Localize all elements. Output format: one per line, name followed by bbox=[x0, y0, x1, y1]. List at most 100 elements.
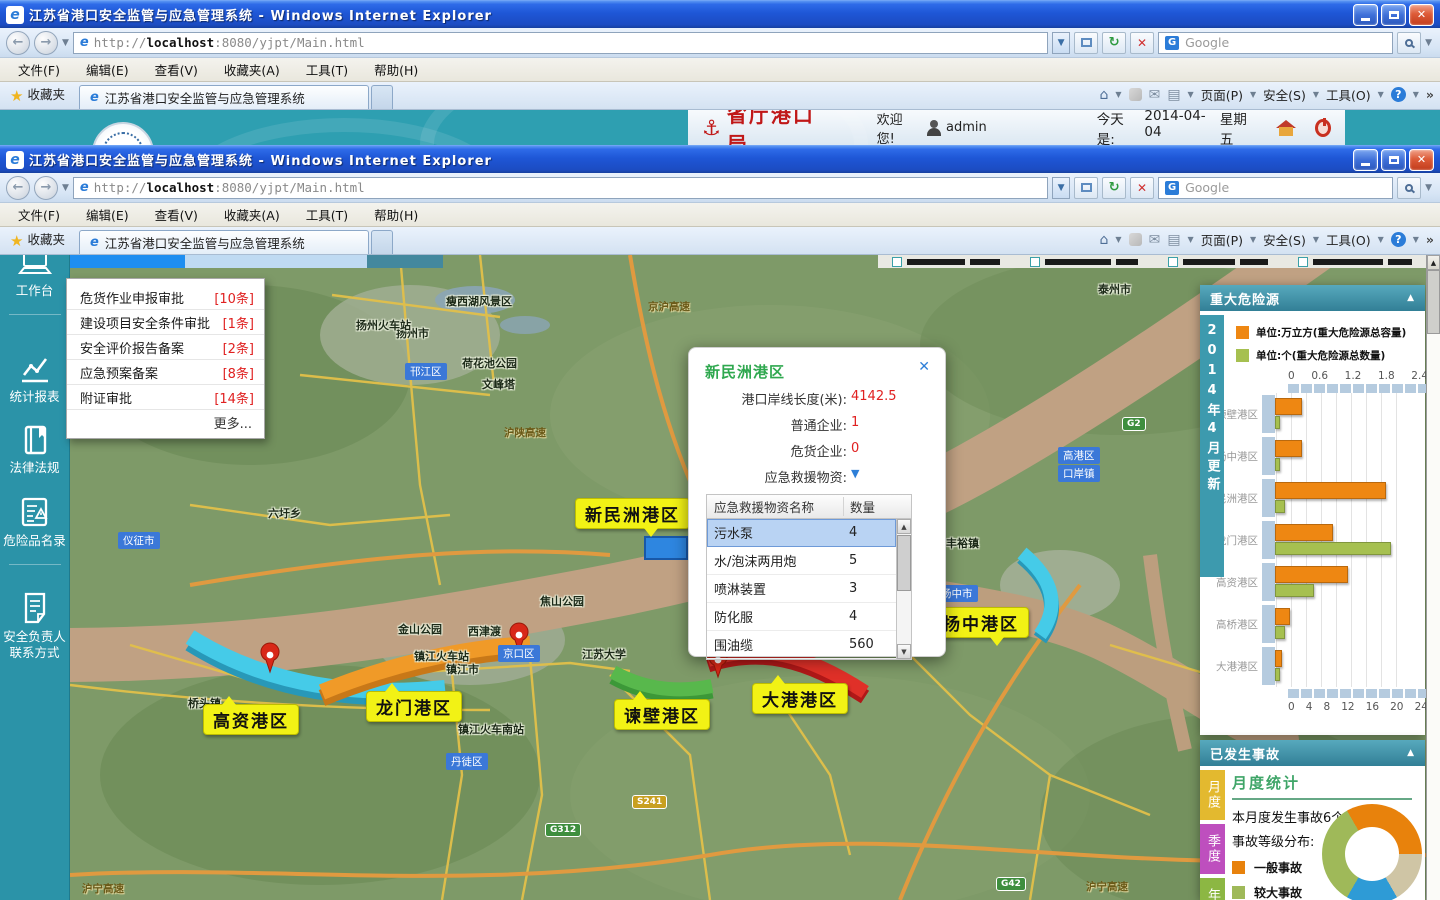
refresh-button[interactable]: ↻ bbox=[1102, 32, 1126, 54]
address-dropdown[interactable]: ▼ bbox=[1052, 177, 1070, 199]
scroll-up-icon[interactable]: ▲ bbox=[897, 519, 911, 534]
menu-help[interactable]: 帮助(H) bbox=[374, 205, 418, 224]
refresh-button[interactable]: ↻ bbox=[1102, 177, 1126, 199]
port-area-label[interactable]: 高资港区 bbox=[203, 704, 299, 735]
safety-menu[interactable]: 安全(S) bbox=[1263, 85, 1306, 104]
back-button[interactable]: ← bbox=[6, 31, 30, 55]
restore-button[interactable] bbox=[1381, 4, 1406, 26]
tools-menu[interactable]: 工具(O) bbox=[1326, 85, 1371, 104]
favorites-button[interactable]: 收藏夹 bbox=[27, 229, 65, 248]
history-dropdown-icon[interactable]: ▼ bbox=[62, 183, 69, 193]
browser-tab[interactable]: e 江苏省港口安全监管与应急管理系统 bbox=[79, 230, 369, 254]
sidebar-item-statistics[interactable]: 统计报表 bbox=[2, 353, 68, 406]
banner-home-icon[interactable] bbox=[1276, 120, 1293, 136]
back-button[interactable]: ← bbox=[6, 176, 30, 200]
address-dropdown[interactable]: ▼ bbox=[1052, 32, 1070, 54]
capacity-bar[interactable] bbox=[1275, 440, 1302, 457]
table-row[interactable]: 水/泡沫两用炮5 bbox=[707, 547, 896, 575]
forward-button[interactable]: → bbox=[34, 31, 58, 55]
address-input[interactable]: e http://localhost:8080/yjpt/Main.html bbox=[73, 32, 1048, 54]
search-dropdown-icon[interactable]: ▼ bbox=[1425, 38, 1432, 48]
port-area-label[interactable]: 大港港区 bbox=[752, 683, 848, 714]
compatibility-view-button[interactable] bbox=[1074, 177, 1098, 199]
window-titlebar[interactable]: e 江苏省港口安全监管与应急管理系统 - Windows Internet Ex… bbox=[0, 0, 1440, 28]
menu-view[interactable]: 查看(V) bbox=[155, 60, 198, 79]
panel-header[interactable]: 重大危险源▲ bbox=[1200, 285, 1425, 311]
table-row[interactable]: 污水泵4 bbox=[707, 519, 896, 547]
port-area-label[interactable]: 新民洲港区 bbox=[575, 498, 690, 529]
capacity-bar[interactable] bbox=[1275, 398, 1302, 415]
scroll-thumb[interactable] bbox=[1427, 270, 1440, 334]
overflow-chevron-icon[interactable]: » bbox=[1426, 232, 1434, 247]
safety-menu[interactable]: 安全(S) bbox=[1263, 230, 1306, 249]
favorites-button[interactable]: 收藏夹 bbox=[27, 84, 65, 103]
minimize-button[interactable] bbox=[1353, 149, 1378, 171]
print-icon[interactable]: ▤ bbox=[1167, 87, 1180, 103]
search-button[interactable] bbox=[1397, 177, 1421, 199]
menu-favorites[interactable]: 收藏夹(A) bbox=[224, 205, 280, 224]
capacity-bar[interactable] bbox=[1275, 566, 1348, 583]
print-icon[interactable]: ▤ bbox=[1167, 232, 1180, 248]
scroll-down-icon[interactable]: ▼ bbox=[897, 644, 911, 659]
address-input[interactable]: e http://localhost:8080/yjpt/Main.html bbox=[73, 177, 1048, 199]
help-icon[interactable]: ? bbox=[1391, 232, 1406, 247]
table-row[interactable]: 防化服4 bbox=[707, 603, 896, 631]
layer-checkbox[interactable] bbox=[1168, 257, 1268, 267]
close-button[interactable]: ✕ bbox=[1409, 149, 1434, 171]
nav-segment[interactable] bbox=[185, 255, 367, 268]
menu-item-certificate-approval[interactable]: 附证审批[14条] bbox=[67, 385, 264, 410]
count-bar[interactable] bbox=[1275, 500, 1285, 513]
nav-segment-active[interactable] bbox=[70, 255, 185, 268]
sidebar-item-workbench[interactable]: 工作台 bbox=[2, 255, 68, 300]
browser-tab[interactable]: e 江苏省港口安全监管与应急管理系统 bbox=[79, 85, 369, 109]
new-tab-stub[interactable] bbox=[371, 85, 393, 109]
favorites-star-icon[interactable]: ★ bbox=[10, 232, 23, 250]
tools-menu[interactable]: 工具(O) bbox=[1326, 230, 1371, 249]
minimize-button[interactable] bbox=[1353, 4, 1378, 26]
port-area-label[interactable]: 龙门港区 bbox=[366, 691, 462, 722]
panel-header[interactable]: 已发生事故▲ bbox=[1200, 740, 1425, 766]
menu-item-project-approval[interactable]: 建设项目安全条件审批[1条] bbox=[67, 310, 264, 335]
menu-file[interactable]: 文件(F) bbox=[18, 205, 60, 224]
restore-button[interactable] bbox=[1381, 149, 1406, 171]
page-scrollbar[interactable]: ▲ bbox=[1426, 255, 1440, 900]
forward-button[interactable]: → bbox=[34, 176, 58, 200]
sidebar-item-safety-contacts[interactable]: 安全负责人联系方式 bbox=[2, 591, 68, 663]
count-bar[interactable] bbox=[1275, 542, 1391, 555]
overflow-chevron-icon[interactable]: » bbox=[1426, 87, 1434, 102]
scroll-thumb[interactable] bbox=[897, 535, 911, 591]
capacity-bar[interactable] bbox=[1275, 608, 1290, 625]
menu-item-emergency-plan[interactable]: 应急预案备案[8条] bbox=[67, 360, 264, 385]
menu-tools[interactable]: 工具(T) bbox=[306, 205, 348, 224]
menu-item-safety-report[interactable]: 安全评价报告备案[2条] bbox=[67, 335, 264, 360]
column-header-name[interactable]: 应急救援物资名称 bbox=[707, 497, 843, 516]
rss-feed-icon[interactable] bbox=[1129, 233, 1142, 246]
mail-icon[interactable]: ✉ bbox=[1149, 87, 1161, 103]
count-bar[interactable] bbox=[1275, 626, 1285, 639]
top-nav-strip[interactable] bbox=[70, 255, 443, 268]
home-icon[interactable]: ⌂ bbox=[1100, 232, 1109, 248]
menu-help[interactable]: 帮助(H) bbox=[374, 60, 418, 79]
favorites-star-icon[interactable]: ★ bbox=[10, 87, 23, 105]
rss-feed-icon[interactable] bbox=[1129, 88, 1142, 101]
tab-quarterly[interactable]: 季度 bbox=[1200, 824, 1225, 874]
collapse-icon[interactable]: ▲ bbox=[1407, 748, 1415, 758]
capacity-bar[interactable] bbox=[1275, 482, 1386, 499]
port-area-label[interactable]: 谏壁港区 bbox=[614, 699, 710, 730]
menu-edit[interactable]: 编辑(E) bbox=[86, 60, 129, 79]
sidebar-item-hazard-list[interactable]: 危险品名录 bbox=[2, 495, 68, 550]
port-area-label[interactable]: 扬中港区 bbox=[933, 607, 1029, 638]
search-input[interactable]: G Google bbox=[1158, 177, 1393, 199]
menu-item-cargo-approval[interactable]: 危货作业申报审批[10条] bbox=[67, 285, 264, 310]
layer-checkbox[interactable] bbox=[892, 257, 1000, 267]
capacity-bar[interactable] bbox=[1275, 524, 1333, 541]
menu-favorites[interactable]: 收藏夹(A) bbox=[224, 60, 280, 79]
table-row[interactable]: 围油缆560 bbox=[707, 631, 896, 659]
collapse-icon[interactable]: ▲ bbox=[1407, 293, 1415, 303]
history-dropdown-icon[interactable]: ▼ bbox=[62, 38, 69, 48]
search-input[interactable]: G Google bbox=[1158, 32, 1393, 54]
column-header-qty[interactable]: 数量 bbox=[843, 497, 896, 516]
tab-monthly[interactable]: 月度 bbox=[1200, 770, 1225, 820]
menu-more-link[interactable]: 更多... bbox=[67, 410, 264, 434]
nav-segment[interactable] bbox=[367, 255, 443, 268]
